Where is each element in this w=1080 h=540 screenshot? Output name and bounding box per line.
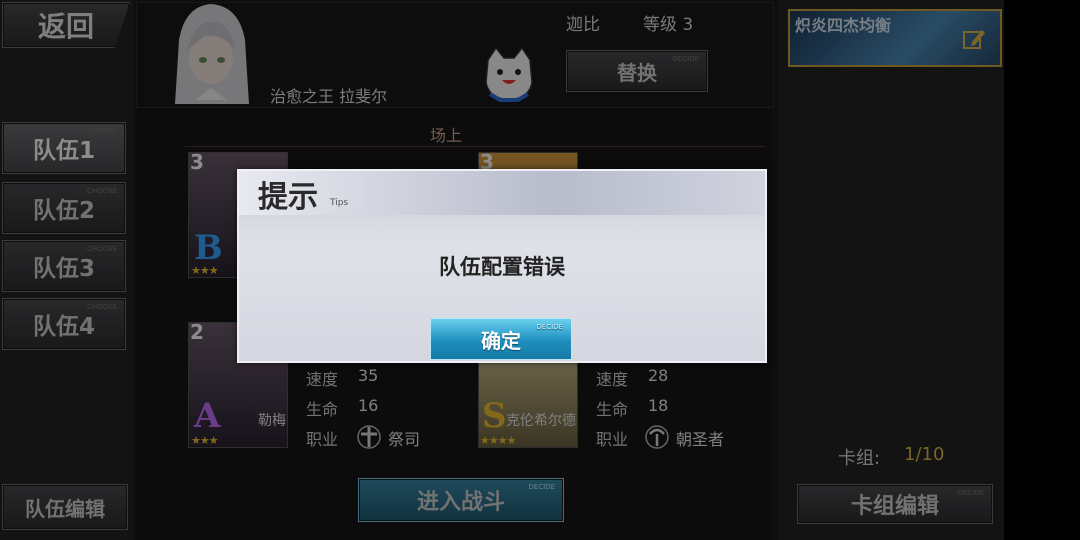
screen-edge-overlay — [1004, 0, 1080, 540]
confirm-button-label: 确定 — [481, 328, 521, 353]
dialog-title: 提示 — [258, 180, 318, 215]
confirm-button[interactable]: DECIDE 确定 — [430, 318, 572, 360]
dialog-subtitle: Tips — [330, 198, 349, 208]
dialog-message: 队伍配置错误 — [439, 255, 565, 279]
confirm-tiny-text: DECIDE — [536, 323, 563, 331]
